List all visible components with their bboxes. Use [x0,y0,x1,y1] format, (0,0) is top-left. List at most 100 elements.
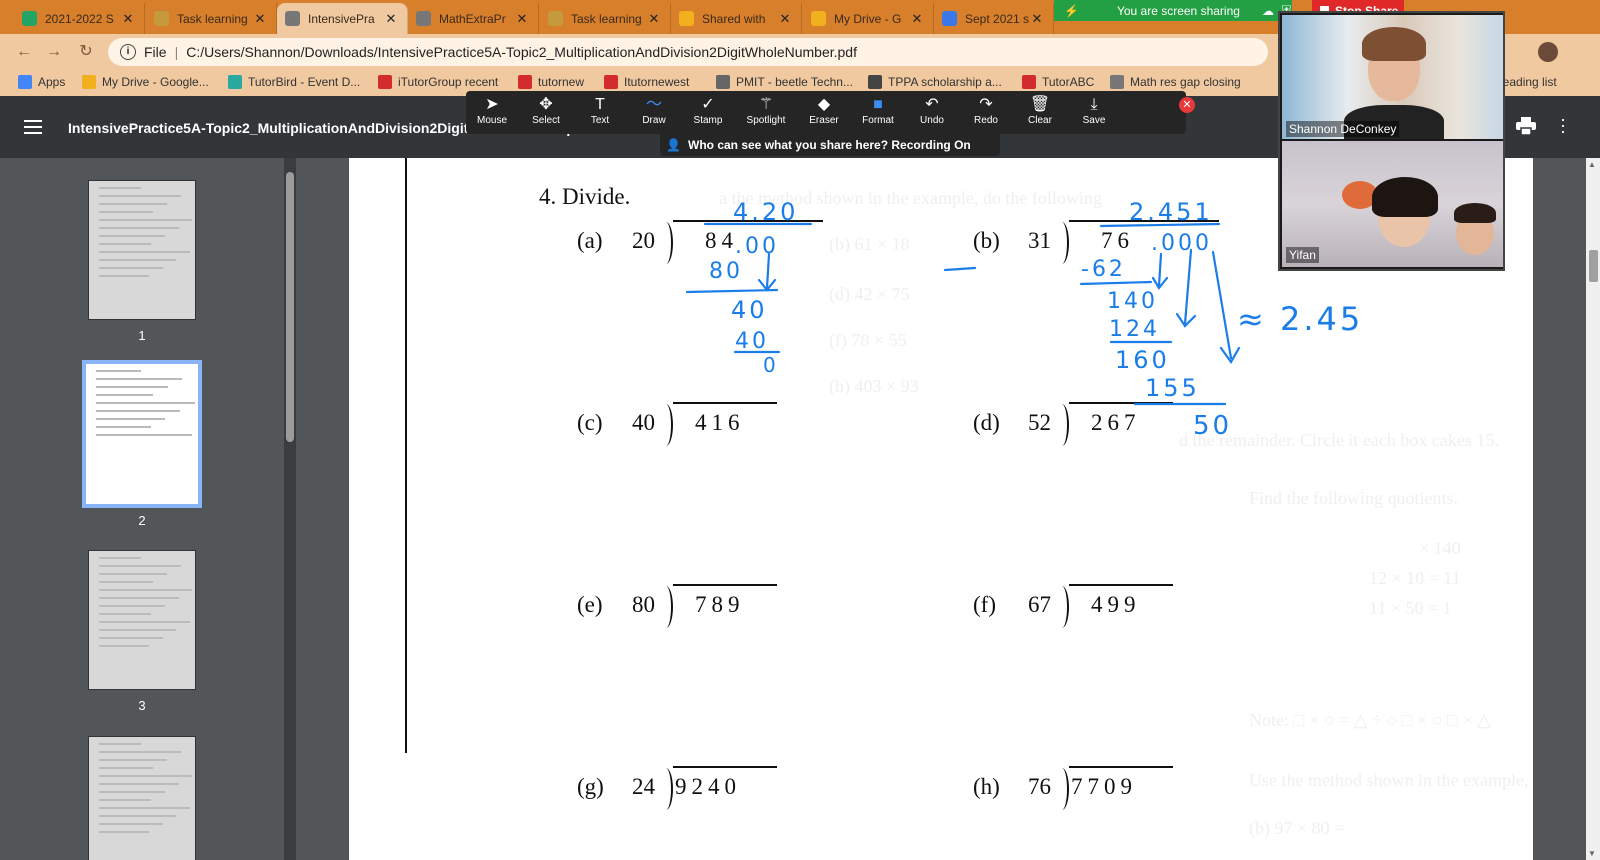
close-tab-icon[interactable]: ✕ [646,11,662,27]
participant-hair [1362,27,1426,61]
scroll-down-icon[interactable]: ▼ [1588,849,1596,858]
page-thumbnail[interactable] [88,550,196,690]
close-tab-icon[interactable]: ✕ [514,11,530,27]
close-annotation-icon[interactable]: ✕ [1179,97,1195,113]
divisor: 20 [632,228,655,253]
page-thumbnail[interactable] [82,360,202,508]
thumbnail-text-line [99,645,149,647]
thumbnail-text-line [96,378,183,380]
bookmark-item[interactable]: Math res gap closing [1110,75,1241,89]
scroll-up-icon[interactable]: ▲ [1588,160,1596,169]
thumbnail-text-line [99,751,181,753]
browser-tab[interactable]: Task learning ✕ [540,3,671,34]
bookmark-item[interactable]: tutornew [518,75,584,89]
back-icon[interactable]: ← [14,42,34,62]
tool-clear[interactable]: 🗑 Clear [1016,95,1064,126]
bookmark-label: iTutorGroup recent [398,75,499,89]
save-icon: ⤓ [1090,96,1098,113]
menu-icon[interactable] [24,120,42,134]
bookmark-item[interactable]: Apps [18,75,65,89]
drive-icon [679,11,694,26]
faint-background-text: (b) 97 × 80 = [1249,818,1345,838]
divisor: 52 [1028,410,1051,435]
browser-tab[interactable]: Sept 2021 sc ✕ [934,3,1054,34]
print-icon[interactable] [1516,117,1536,135]
browser-tab[interactable]: 2021-2022 S ✕ [14,3,145,34]
bookmark-item[interactable]: iTutorGroup recent [378,75,498,89]
bookmark-item[interactable]: TutorBird - Event D... [228,75,360,89]
thumbnail-text-line [99,823,163,825]
thumbnail-text-line [96,386,168,388]
tool-eraser[interactable]: ◆ Eraser [800,95,848,126]
bookmark-label: My Drive - Google... [102,75,209,89]
bookmark-item[interactable]: My Drive - Google... [82,75,209,89]
division-bar [673,766,777,768]
bookmark-item[interactable]: TutorABC [1022,75,1094,89]
sidebar-scrollbar[interactable] [284,158,296,860]
close-tab-icon[interactable]: ✕ [1029,11,1045,27]
page-margin-rule [405,158,407,753]
tool-save[interactable]: ⤓ Save [1070,95,1118,126]
browser-tab[interactable]: Task learning ✕ [146,3,277,34]
page-thumbnail[interactable] [88,736,196,860]
bookmark-favicon-icon [604,75,618,89]
dividend: 76 [1101,228,1134,253]
tool-draw[interactable]: 〜 Draw [630,95,678,126]
close-tab-icon[interactable]: ✕ [909,11,925,27]
tool-redo[interactable]: ↷ Redo [962,95,1010,126]
thumbnail-text-line [96,410,180,412]
thumbnail-text-line [99,759,167,761]
video-tile-student[interactable]: Yifan [1282,141,1503,267]
division-bracket [1055,222,1069,264]
screen-sharing-banner[interactable]: ⚡ You are screen sharing ☁ ⛨ [1054,0,1292,21]
thumbnail-text-line [99,799,151,801]
tab-label: Sept 2021 sc [965,11,1029,26]
thumbnail-text-line [99,275,149,277]
tool-mouse[interactable]: ➤ Mouse [468,95,516,126]
close-tab-icon[interactable]: ✕ [120,11,136,27]
close-tab-icon[interactable]: ✕ [383,11,399,27]
tab-label: Task learning [571,11,642,26]
sidebar-scroll-thumb[interactable] [286,172,294,442]
tab-label: Task learning [177,11,248,26]
browser-tab[interactable]: IntensivePra ✕ [277,3,408,34]
bookmark-item[interactable]: Itutornewest [604,75,689,89]
address-bar[interactable]: i File | C:/Users/Shannon/Downloads/Inte… [108,38,1268,66]
tool-format[interactable]: ■ Format [854,95,902,126]
tool-stamp[interactable]: ✓ Stamp [684,95,732,126]
reload-icon[interactable]: ↻ [76,42,96,62]
annotation-toolbar: ✕ ➤ Mouse ✥ Select T Text 〜 Draw ✓ Stamp ⚚ Spotligh… [466,91,1195,134]
tool-spotlight[interactable]: ⚚ Spotlight [742,95,790,126]
tool-text[interactable]: T Text [576,95,624,126]
tool-undo[interactable]: ↶ Undo [908,95,956,126]
thumbnail-text-line [99,743,142,745]
share-visibility-note[interactable]: 👤 Who can see what you share here? Recor… [660,134,1000,156]
ink-step: 40 [731,296,768,324]
video-panel[interactable]: Shannon DeConkey Yifan [1278,11,1505,271]
browser-tab[interactable]: MathExtraPr ✕ [408,3,539,34]
faint-background-text: 12 × 10 = 11 [1369,568,1461,588]
wand-icon: ⚚ [758,96,774,113]
page-scroll-thumb[interactable] [1589,250,1598,282]
more-options-icon[interactable]: · · · [1560,110,1566,140]
forward-icon[interactable]: → [44,42,64,62]
page-thumbnail[interactable] [88,180,196,320]
tool-select[interactable]: ✥ Select [522,95,570,126]
file-label: File [144,44,167,60]
page-scrollbar[interactable]: ▲ ▼ [1586,158,1600,860]
profile-avatar[interactable] [1538,42,1558,62]
division-bar [673,220,823,222]
ink-step: 160 [1115,346,1170,374]
bookmark-item[interactable]: PMIT - beetle Techn... [716,75,853,89]
close-tab-icon[interactable]: ✕ [252,11,268,27]
thumbnail-text-line [99,557,142,559]
video-tile-host[interactable]: Shannon DeConkey [1282,15,1503,139]
browser-tab[interactable]: My Drive - G ✕ [803,3,934,34]
bookmark-item[interactable]: TPPA scholarship a... [868,75,1002,89]
close-tab-icon[interactable]: ✕ [777,11,793,27]
info-icon[interactable]: i [120,44,136,60]
ink-arrow [1211,250,1241,365]
sharing-banner-label: You are screen sharing [1116,3,1240,18]
bookmark-label: tutornew [538,75,585,89]
browser-tab[interactable]: Shared with ✕ [671,3,802,34]
